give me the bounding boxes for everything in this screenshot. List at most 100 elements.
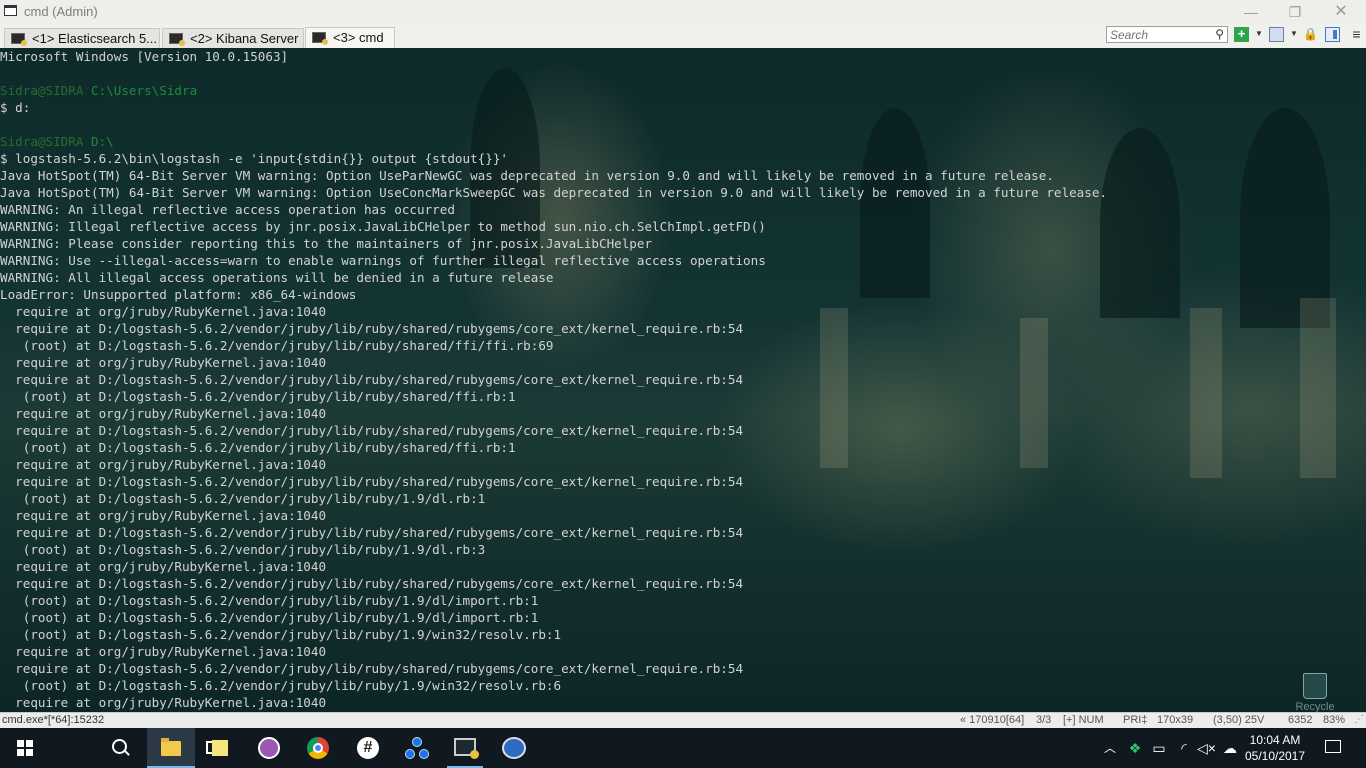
prompt-user: Sidra@SIDRA	[0, 134, 84, 149]
console-line: require at D:/logstash-5.6.2/vendor/jrub…	[0, 423, 744, 438]
prompt-user: Sidra@SIDRA	[0, 83, 84, 98]
console-tab-icon	[312, 32, 328, 45]
console-line: WARNING: All illegal access operations w…	[0, 270, 554, 285]
search-input[interactable]	[1107, 27, 1209, 43]
onedrive-icon[interactable]: ☁	[1220, 728, 1240, 768]
status-item[interactable]: 6352	[1288, 714, 1312, 726]
background-decoration	[1240, 108, 1330, 328]
console-line: Java HotSpot(TM) 64-Bit Server VM warnin…	[0, 185, 1107, 200]
console-line: require at D:/logstash-5.6.2/vendor/jrub…	[0, 321, 744, 336]
tab-elasticsearch[interactable]: <1> Elasticsearch 5...	[4, 28, 160, 48]
status-process[interactable]: cmd.exe*[*64]:15232	[2, 714, 104, 726]
console-line: (root) at D:/logstash-5.6.2/vendor/jruby…	[0, 338, 554, 353]
layout-icon[interactable]	[1325, 27, 1340, 42]
console-line: Java HotSpot(TM) 64-Bit Server VM warnin…	[0, 168, 1054, 183]
console-line: (root) at D:/logstash-5.6.2/vendor/jruby…	[0, 542, 486, 557]
volume-muted-icon[interactable]: ◁×	[1197, 728, 1216, 768]
console-line: WARNING: Illegal reflective access by jn…	[0, 219, 766, 234]
console-line: (root) at D:/logstash-5.6.2/vendor/jruby…	[0, 389, 516, 404]
status-item[interactable]: [+] NUM	[1063, 714, 1104, 726]
console-output[interactable]: Microsoft Windows [Version 10.0.15063] Si…	[0, 48, 1366, 712]
window-title: cmd (Admin)	[24, 4, 98, 19]
tab-cmd[interactable]: <3> cmd	[305, 27, 395, 48]
console-line: require at org/jruby/RubyKernel.java:104…	[0, 355, 327, 370]
task-view-button[interactable]	[96, 728, 224, 768]
console-line: WARNING: Use --illegal-access=warn to en…	[0, 253, 766, 268]
new-console-button[interactable]: +	[1234, 27, 1249, 42]
cmder-icon[interactable]	[454, 738, 479, 759]
lock-icon[interactable]: 🔒	[1303, 27, 1318, 42]
status-item[interactable]: (3,50) 25V	[1213, 714, 1264, 726]
status-bar: cmd.exe*[*64]:15232 « 170910[64] 3/3 [+]…	[0, 712, 1366, 729]
file-explorer-icon	[161, 738, 181, 756]
console-line: LoadError: Unsupported platform: x86_64-…	[0, 287, 357, 302]
maximize-button[interactable]: ❐	[1280, 2, 1310, 22]
console-line: (root) at D:/logstash-5.6.2/vendor/jruby…	[0, 491, 486, 506]
clock-date: 05/10/2017	[1244, 749, 1306, 763]
console-line: require at org/jruby/RubyKernel.java:104…	[0, 644, 327, 659]
tab-kibana-server[interactable]: <2> Kibana Server	[162, 28, 304, 48]
console-line: $ d:	[0, 100, 31, 115]
taskbar: # ︿ ❖ ▭ ◜ ◁× ☁ 10:04 AM 05/10/2017	[0, 728, 1366, 768]
console-line: (root) at D:/logstash-5.6.2/vendor/jruby…	[0, 610, 539, 625]
clock[interactable]: 10:04 AM 05/10/2017	[1240, 732, 1310, 764]
chrome-icon[interactable]	[307, 737, 329, 759]
tab-label: <1> Elasticsearch 5...	[32, 31, 158, 46]
tab-label: <2> Kibana Server	[190, 31, 299, 46]
console-line: Microsoft Windows [Version 10.0.15063]	[0, 49, 289, 64]
console-line: require at D:/logstash-5.6.2/vendor/jrub…	[0, 474, 744, 489]
console-tab-icon	[169, 33, 185, 46]
status-item[interactable]: 170x39	[1157, 714, 1193, 726]
clock-time: 10:04 AM	[1249, 733, 1301, 747]
console-line: (root) at D:/logstash-5.6.2/vendor/jruby…	[0, 593, 539, 608]
recycle-bin-icon	[1303, 673, 1327, 699]
title-bar[interactable]: cmd (Admin) — ❐ ✕	[0, 0, 1366, 24]
thunderbird-icon[interactable]	[502, 737, 526, 759]
background-decoration	[1100, 128, 1180, 318]
app-nodes-icon[interactable]	[405, 737, 429, 759]
console-line: require at D:/logstash-5.6.2/vendor/jrub…	[0, 372, 744, 387]
search-taskbar-button[interactable]	[48, 728, 127, 768]
chevron-up-icon[interactable]: ︿	[1102, 728, 1118, 768]
prompt-path: C:\Users\Sidra	[91, 83, 198, 98]
screen-icon[interactable]	[1269, 27, 1284, 42]
status-item[interactable]: 83%	[1323, 714, 1345, 726]
close-button[interactable]: ✕	[1326, 2, 1356, 22]
console-line: (root) at D:/logstash-5.6.2/vendor/jruby…	[0, 678, 562, 693]
background-decoration	[1190, 308, 1222, 478]
search-icon[interactable]: ⚲	[1215, 27, 1224, 41]
github-desktop-icon[interactable]	[258, 737, 280, 759]
chevron-down-icon[interactable]: ▼	[1290, 29, 1298, 38]
chevron-down-icon[interactable]: ▼	[1255, 29, 1263, 38]
background-decoration	[1300, 298, 1336, 478]
slack-icon[interactable]: #	[357, 737, 379, 759]
recycle-bin-label: Recycle Bin	[1295, 701, 1335, 712]
resize-grip-icon[interactable]: ⋰	[1354, 714, 1364, 725]
minimize-button[interactable]: —	[1236, 2, 1266, 22]
console-line: require at org/jruby/RubyKernel.java:104…	[0, 508, 327, 523]
status-item[interactable]: PRI‡	[1123, 714, 1147, 726]
dropbox-icon[interactable]: ❖	[1126, 728, 1144, 768]
console-line: require at org/jruby/RubyKernel.java:104…	[0, 304, 327, 319]
console-line: require at org/jruby/RubyKernel.java:104…	[0, 406, 327, 421]
console-line: require at D:/logstash-5.6.2/vendor/jrub…	[0, 661, 744, 676]
wifi-icon[interactable]: ◜	[1175, 728, 1193, 768]
notification-icon[interactable]	[1325, 740, 1341, 753]
hamburger-menu-button[interactable]: ≡	[1349, 27, 1364, 42]
status-item[interactable]: « 170910[64]	[960, 714, 1024, 726]
console-line: (root) at D:/logstash-5.6.2/vendor/jruby…	[0, 627, 562, 642]
windows-logo-icon	[17, 740, 33, 756]
sticky-notes-icon[interactable]	[212, 740, 228, 756]
prompt-path: D:\	[91, 134, 114, 149]
start-button[interactable]	[0, 728, 48, 768]
console-line: WARNING: Please consider reporting this …	[0, 236, 653, 251]
console-line: require at D:/logstash-5.6.2/vendor/jrub…	[0, 576, 744, 591]
console-line: require at org/jruby/RubyKernel.java:104…	[0, 559, 327, 574]
status-item[interactable]: 3/3	[1036, 714, 1051, 726]
console-line: require at org/jruby/RubyKernel.java:104…	[0, 695, 327, 710]
search-field[interactable]: ⚲	[1106, 26, 1228, 43]
recycle-bin[interactable]: Recycle Bin	[1290, 673, 1340, 712]
console-line: WARNING: An illegal reflective access op…	[0, 202, 455, 217]
battery-icon[interactable]: ▭	[1150, 728, 1168, 768]
